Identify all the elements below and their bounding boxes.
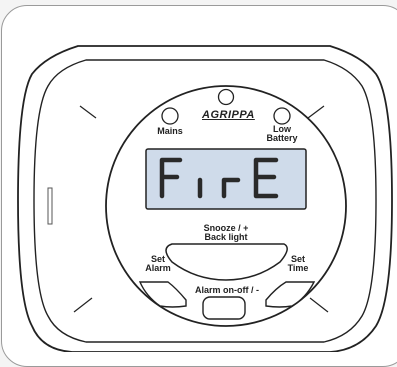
- set-time-label: Set Time: [287, 254, 309, 273]
- mains-led: [161, 107, 179, 125]
- snooze-backlight-label: Snooze / + Back light: [203, 223, 249, 242]
- smoke-alarm-device: [17, 45, 393, 352]
- low-battery-led: [273, 107, 291, 125]
- alarm-on-off-label: Alarm on-off / -: [195, 285, 259, 295]
- center-led: [217, 88, 235, 106]
- alarm-on-off-button[interactable]: [202, 296, 246, 320]
- set-alarm-label: Set Alarm: [145, 254, 171, 273]
- low-battery-label: Low Battery: [266, 124, 298, 143]
- mains-label: Mains: [157, 126, 183, 136]
- brand-logo: AGRIPPA: [202, 109, 255, 121]
